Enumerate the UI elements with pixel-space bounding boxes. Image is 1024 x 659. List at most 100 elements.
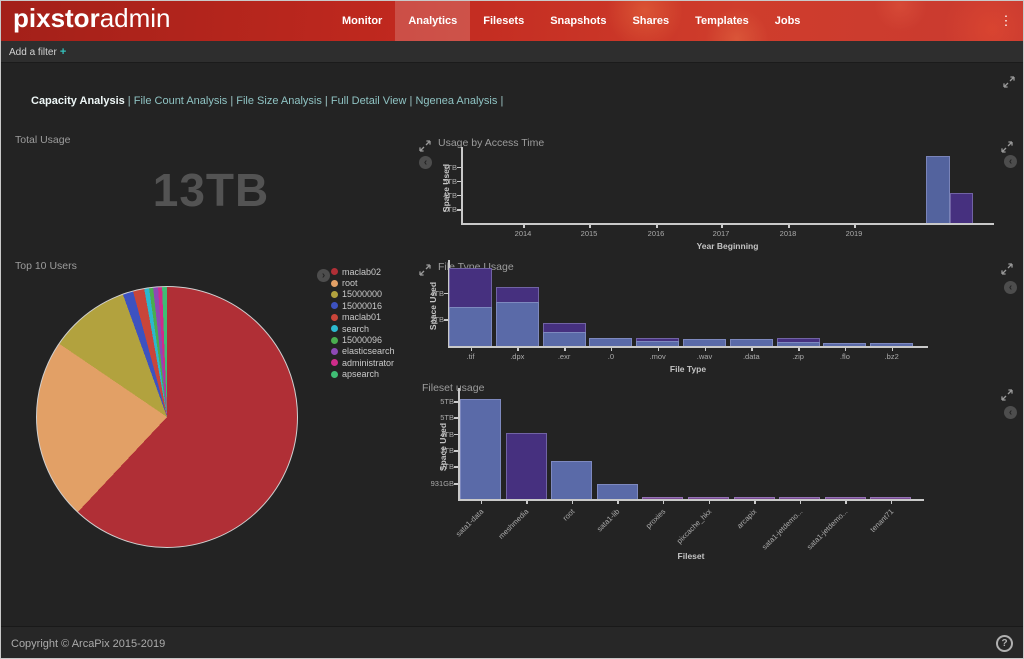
bar-sata1-jetdemo[interactable] <box>825 497 866 499</box>
fileset-usage-chart: 931GB2TB3TB4TB5TB5TBsata1-datameshmediar… <box>416 381 1017 563</box>
x-tick-label: .dpx <box>492 352 542 361</box>
y-tick-label: 2TB <box>404 315 444 324</box>
legend-item-search[interactable]: search <box>331 323 395 334</box>
legend-dot <box>331 371 338 378</box>
bar-wav-series-1[interactable] <box>683 339 726 346</box>
analysis-tab-file-count-analysis[interactable]: File Count Analysis <box>134 95 237 107</box>
x-tick-label: root <box>496 507 576 587</box>
bar-dpx-series-2[interactable] <box>496 287 539 301</box>
nav-item-jobs[interactable]: Jobs <box>762 1 814 41</box>
bar-tif-series-1[interactable] <box>449 307 492 346</box>
x-axis-title: Fileset <box>646 551 736 561</box>
bar-zip-series-2[interactable] <box>777 338 820 342</box>
x-axis <box>458 499 924 501</box>
x-tick <box>617 501 619 504</box>
y-tick <box>444 319 448 321</box>
x-tick-label: sata1-data <box>405 507 485 587</box>
bar-root[interactable] <box>551 461 592 499</box>
x-tick-label: .tif <box>446 352 496 361</box>
bar-arcapix[interactable] <box>734 497 775 499</box>
y-tick-label: 2TB <box>417 205 457 214</box>
legend-item-15000016[interactable]: 15000016 <box>331 300 395 311</box>
legend-label: maclab02 <box>342 267 381 277</box>
legend-dot <box>331 348 338 355</box>
nav-item-shares[interactable]: Shares <box>619 1 682 41</box>
legend-item-root[interactable]: root <box>331 277 395 288</box>
x-tick-label: 2017 <box>696 229 746 238</box>
bar-tif-series-2[interactable] <box>449 268 492 307</box>
y-tick <box>454 450 458 452</box>
bar-mov-series-2[interactable] <box>636 338 679 341</box>
bar-proxies[interactable] <box>642 497 683 499</box>
top-10-users-pie-chart[interactable] <box>36 286 298 548</box>
expand-icon[interactable] <box>1003 75 1015 87</box>
help-icon[interactable] <box>996 635 1013 652</box>
nav-item-filesets[interactable]: Filesets <box>470 1 537 41</box>
bar-mov-series-1[interactable] <box>636 341 679 346</box>
bar-meshmedia[interactable] <box>506 433 547 499</box>
legend-label: maclab01 <box>342 312 381 322</box>
bar-flo-series-1[interactable] <box>823 343 866 346</box>
bar-2019-series-2[interactable] <box>950 193 974 223</box>
plus-icon: + <box>60 46 66 58</box>
legend-item-maclab01[interactable]: maclab01 <box>331 312 395 323</box>
y-tick-label: 7TB <box>417 163 457 172</box>
app-logo[interactable]: pixstoradmin <box>13 3 171 34</box>
bar-0-series-1[interactable] <box>589 338 632 346</box>
analysis-tab-capacity-analysis[interactable]: Capacity Analysis <box>31 95 134 107</box>
bar-tenant71[interactable] <box>870 497 911 499</box>
bar-pixcache-hkx[interactable] <box>688 497 729 499</box>
y-tick-label: 3TB <box>414 446 454 455</box>
x-tick-label: .zip <box>773 352 823 361</box>
chevron-right-circle-icon[interactable] <box>317 269 330 282</box>
legend-item-apsearch[interactable]: apsearch <box>331 369 395 380</box>
bar-exr-series-1[interactable] <box>543 332 586 346</box>
legend-label: 15000016 <box>342 301 382 311</box>
legend-dot <box>331 268 338 275</box>
x-tick <box>526 501 528 504</box>
nav-item-monitor[interactable]: Monitor <box>329 1 395 41</box>
bar-zip-series-1[interactable] <box>777 342 820 346</box>
bar-exr-series-2[interactable] <box>543 323 586 332</box>
logo-text-light: admin <box>100 3 171 33</box>
add-filter-button[interactable]: Add a filter+ <box>9 46 66 58</box>
pixstor-admin-app: pixstoradmin MonitorAnalyticsFilesetsSna… <box>0 0 1024 659</box>
y-tick-label: 5TB <box>417 177 457 186</box>
bar-sata1-lib[interactable] <box>597 484 638 499</box>
x-tick <box>709 501 711 504</box>
legend-dot <box>331 302 338 309</box>
copyright-text: Copyright © ArcaPix 2015-2019 <box>11 638 165 650</box>
logo-text-bold: pixstor <box>13 3 100 33</box>
x-axis-title: File Type <box>643 364 733 374</box>
legend-dot <box>331 359 338 366</box>
y-tick <box>457 167 461 169</box>
bar-sata1-jetdemo[interactable] <box>779 497 820 499</box>
x-tick-label: .data <box>726 352 776 361</box>
legend-label: search <box>342 324 369 334</box>
x-tick <box>721 225 723 228</box>
legend-label: elasticsearch <box>342 346 395 356</box>
y-tick-label: 5TB <box>414 413 454 422</box>
legend-item-15000096[interactable]: 15000096 <box>331 334 395 345</box>
x-tick-label: tenant71 <box>815 507 895 587</box>
bar-2019-series-1[interactable] <box>926 156 950 223</box>
legend-item-elasticsearch[interactable]: elasticsearch <box>331 346 395 357</box>
x-tick-label: 2019 <box>829 229 879 238</box>
analysis-tab-full-detail-view[interactable]: Full Detail View <box>331 95 416 107</box>
kebab-menu-icon[interactable] <box>999 13 1013 29</box>
bar-dpx-series-1[interactable] <box>496 302 539 346</box>
nav-item-snapshots[interactable]: Snapshots <box>537 1 619 41</box>
bar-data-series-1[interactable] <box>730 339 773 346</box>
analysis-tab-ngenea-analysis[interactable]: Ngenea Analysis <box>415 95 506 107</box>
legend-item-administrator[interactable]: administrator <box>331 357 395 368</box>
bar-sata1-data[interactable] <box>460 399 501 499</box>
legend-dot <box>331 325 338 332</box>
nav-item-templates[interactable]: Templates <box>682 1 762 41</box>
nav-item-analytics[interactable]: Analytics <box>395 1 470 41</box>
x-axis <box>448 346 928 348</box>
analysis-tab-file-size-analysis[interactable]: File Size Analysis <box>236 95 331 107</box>
legend-item-15000000[interactable]: 15000000 <box>331 289 395 300</box>
legend-label: apsearch <box>342 369 379 379</box>
bar-bz2-series-1[interactable] <box>870 343 913 346</box>
legend-item-maclab02[interactable]: maclab02 <box>331 266 395 277</box>
